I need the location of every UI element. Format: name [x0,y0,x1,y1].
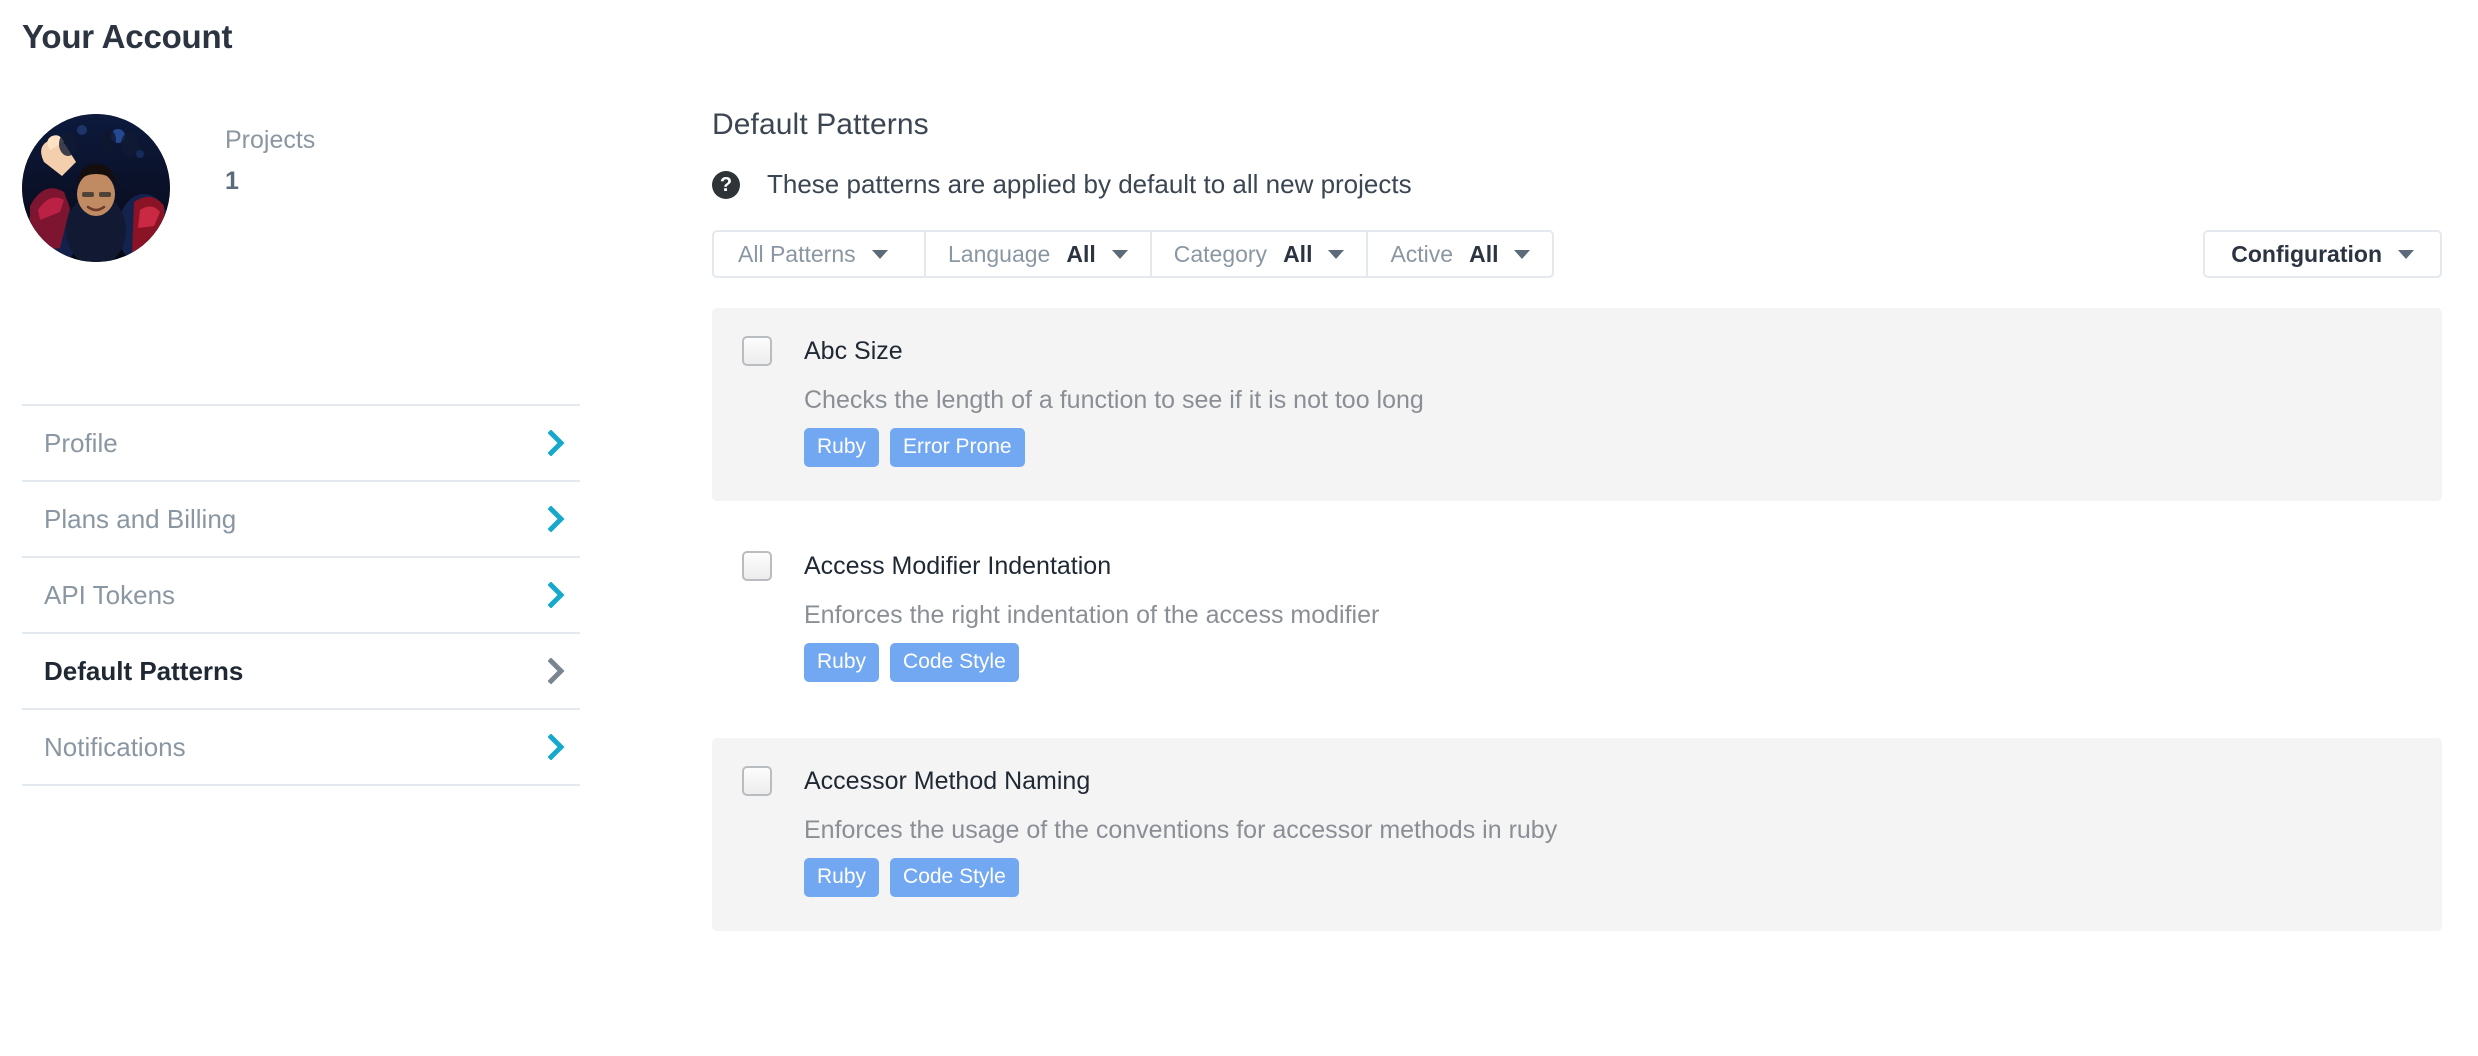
sidebar-item-label: API Tokens [22,580,175,611]
projects-label: Projects [225,124,315,158]
filter-language-value: All [1066,241,1095,268]
filter-all-patterns-label: All Patterns [738,241,856,268]
pattern-title[interactable]: Abc Size [804,337,903,366]
pattern-tags: Ruby Error Prone [804,428,2442,467]
chevron-down-icon [872,250,888,259]
sidebar-nav: Profile Plans and Billing API Tokens Def… [22,404,580,786]
sidebar-item-notifications[interactable]: Notifications [22,710,580,786]
chevron-right-icon [548,582,566,608]
section-subtitle: These patterns are applied by default to… [767,169,1412,200]
filter-active-value: All [1469,241,1498,268]
page-title: Your Account [22,18,232,56]
question-mark-icon: ? [712,171,740,199]
chevron-down-icon [1514,250,1530,259]
configuration-button[interactable]: Configuration [2203,230,2442,278]
pattern-tag[interactable]: Ruby [804,643,879,682]
filter-all-patterns[interactable]: All Patterns [714,232,926,276]
pattern-title[interactable]: Access Modifier Indentation [804,552,1111,581]
configuration-button-label: Configuration [2231,241,2382,268]
pattern-row: Abc Size Checks the length of a function… [712,308,2442,501]
pattern-row: Access Modifier Indentation Enforces the… [712,523,2442,716]
pattern-description: Enforces the usage of the conventions fo… [804,816,2442,845]
filter-category-value: All [1283,241,1312,268]
pattern-tags: Ruby Code Style [804,643,2442,682]
filter-group: All Patterns Language All Category All A… [712,230,1554,278]
pattern-row: Accessor Method Naming Enforces the usag… [712,738,2442,931]
chevron-right-icon [548,658,566,684]
pattern-description: Checks the length of a function to see i… [804,386,2442,415]
sidebar-item-api-tokens[interactable]: API Tokens [22,558,580,634]
filter-active-label: Active [1390,241,1453,268]
filter-category-label: Category [1174,241,1267,268]
chevron-right-icon [548,734,566,760]
pattern-tag[interactable]: Ruby [804,858,879,897]
chevron-down-icon [2398,250,2414,259]
pattern-tag[interactable]: Ruby [804,428,879,467]
sidebar-item-label: Plans and Billing [22,504,236,535]
pattern-checkbox[interactable] [742,551,772,581]
sidebar-item-profile[interactable]: Profile [22,406,580,482]
section-subtitle-row: ? These patterns are applied by default … [712,169,2442,200]
chevron-down-icon [1112,250,1128,259]
filter-category[interactable]: Category All [1152,232,1369,276]
sidebar-item-label: Profile [22,428,118,459]
filter-language[interactable]: Language All [926,232,1152,276]
sidebar-item-plans-and-billing[interactable]: Plans and Billing [22,482,580,558]
sidebar-item-label: Default Patterns [22,656,243,687]
chevron-right-icon [548,430,566,456]
pattern-tag[interactable]: Code Style [890,858,1019,897]
pattern-checkbox[interactable] [742,336,772,366]
main-content: Default Patterns ? These patterns are ap… [712,108,2442,953]
filter-language-label: Language [948,241,1050,268]
pattern-list: Abc Size Checks the length of a function… [712,308,2442,931]
pattern-tag[interactable]: Error Prone [890,428,1025,467]
section-title: Default Patterns [712,108,2442,142]
chevron-right-icon [548,506,566,532]
pattern-tags: Ruby Code Style [804,858,2442,897]
avatar [22,114,170,262]
filter-bar: All Patterns Language All Category All A… [712,230,2442,278]
sidebar-item-default-patterns[interactable]: Default Patterns [22,634,580,710]
account-summary: Projects 1 [0,96,640,256]
sidebar-item-label: Notifications [22,732,186,763]
chevron-down-icon [1328,250,1344,259]
filter-active[interactable]: Active All [1368,232,1552,276]
pattern-checkbox[interactable] [742,766,772,796]
pattern-title[interactable]: Accessor Method Naming [804,767,1090,796]
pattern-description: Enforces the right indentation of the ac… [804,601,2442,630]
projects-count: 1 [225,164,315,199]
pattern-tag[interactable]: Code Style [890,643,1019,682]
projects-summary: Projects 1 [225,124,315,199]
sidebar: Projects 1 Profile Plans and Billing API… [0,96,640,256]
